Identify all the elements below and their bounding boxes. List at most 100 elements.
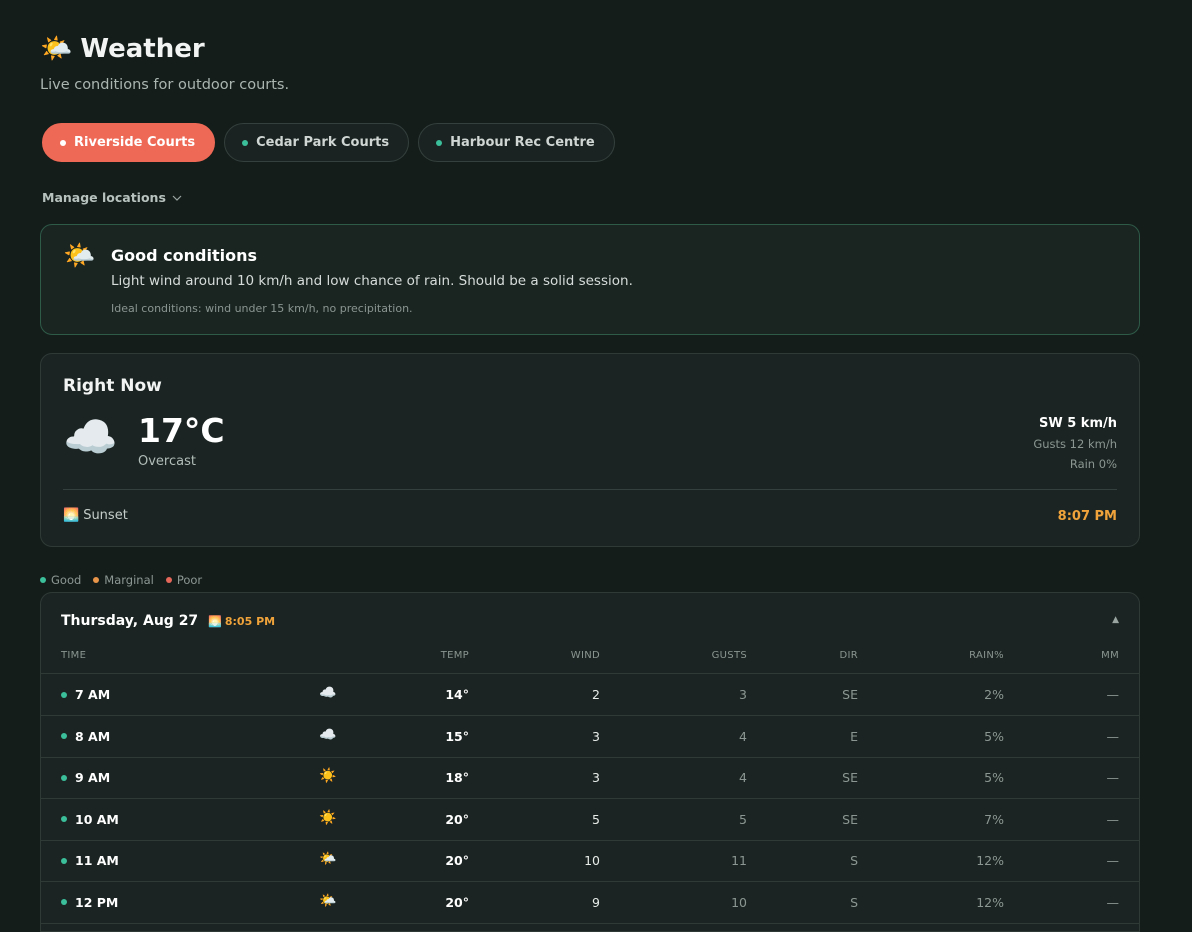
right-now-card: Right Now ☁️ 17°C Overcast SW 5 km/h Gus… [40,353,1140,547]
row-dir: E [850,728,858,744]
page-subtitle: Live conditions for outdoor courts. [40,77,290,93]
day-sunset: 🌅 8:05 PM [208,615,275,628]
row-mm: — [1106,687,1120,702]
row-mm: — [1106,894,1120,910]
row-rain: 5% [984,728,1004,744]
row-rain: 12% [976,853,1004,868]
table-row: 12 PM 🌤️ 20° 9 10 S 12% — [41,882,1139,924]
current-gusts: Gusts 12 km/h [1033,437,1117,451]
row-wind: 2 [592,687,600,702]
location-tabs: Riverside Courts Cedar Park Courts Harbo… [42,123,615,162]
row-rain: 12% [976,894,1004,910]
sunset-icon: 🌅 [63,508,80,523]
sunset-time: 8:07 PM [1057,509,1117,524]
sun-behind-cloud-icon: 🌤️ [40,34,73,64]
status-dot [60,139,66,146]
row-time: 11 AM [61,853,119,868]
row-gusts: 3 [739,687,747,702]
row-mm: — [1106,811,1120,827]
legend-poor: Poor [165,573,203,587]
sun-behind-cloud-icon: 🌤️ [63,241,96,271]
row-dir: SE [842,687,858,702]
status-dot [61,857,67,864]
chevron-down-icon [172,195,182,201]
day-header: Thursday, Aug 27 🌅 8:05 PM [61,613,275,629]
tab-harbour-rec-centre[interactable]: Harbour Rec Centre [418,123,615,162]
row-temp: 15° [445,728,469,744]
row-temp: 14° [445,687,469,702]
column-header-rain: RAIN% [969,650,1004,661]
manage-locations-toggle[interactable]: Manage locations [42,190,182,205]
row-rain: 5% [984,770,1004,785]
page-title-text: Weather [80,34,205,64]
row-mm: — [1106,853,1120,868]
sun-icon: ☀️ [319,768,337,784]
sunset-label: Sunset [83,508,128,523]
banner-title: Good conditions [111,246,257,265]
table-row: 8 AM ☁️ 15° 3 4 E 5% — [41,716,1139,758]
sun-behind-cloud-icon: 🌤️ [319,851,337,867]
row-rain: 7% [984,811,1004,827]
table-row: 9 AM ☀️ 18° 3 4 SE 5% — [41,757,1139,799]
sunset-row: 🌅 Sunset [63,508,128,523]
legend-label: Poor [176,573,203,587]
row-temp: 20° [445,894,469,910]
day-title: Thursday, Aug 27 [61,613,199,629]
row-wind: 10 [584,853,600,868]
banner-note: Ideal conditions: wind under 15 km/h, no… [111,302,413,315]
sun-icon: ☀️ [319,809,337,826]
column-header-time: TIME [61,650,87,661]
tab-riverside-courts[interactable]: Riverside Courts [42,123,216,162]
row-dir: SE [842,811,858,827]
row-dir: S [850,894,858,910]
row-time-text: 12 PM [75,894,119,910]
current-rain: Rain 0% [1069,457,1117,471]
legend: Good Marginal Poor [40,573,202,587]
row-temp: 18° [445,770,469,785]
status-dot [436,139,443,146]
column-header-mm: MM [1101,650,1119,661]
cloud-icon: ☁️ [63,412,118,463]
legend-good: Good [40,573,81,587]
current-condition: Overcast [138,454,196,469]
row-gusts: 4 [739,770,747,785]
current-temperature: 17°C [138,411,225,450]
row-time: 10 AM [61,812,119,827]
tab-cedar-park-courts[interactable]: Cedar Park Courts [224,123,410,162]
legend-label: Good [51,573,82,587]
legend-dot [40,577,46,583]
column-header-temp: TEMP [440,650,469,661]
row-mm: — [1106,728,1120,744]
row-time: 7 AM [61,687,110,702]
status-dot [61,816,67,822]
row-time-text: 8 AM [75,728,111,744]
column-header-dir: DIR [839,650,858,661]
status-dot [61,733,67,739]
right-now-title: Right Now [63,376,162,396]
row-dir: SE [842,770,858,785]
column-header-wind: WIND [570,650,600,661]
table-row: 7 AM ☁️ 14° 2 3 SE 2% — [41,674,1139,716]
cloud-icon: ☁️ [319,726,337,743]
legend-label: Marginal [104,573,154,587]
legend-marginal: Marginal [93,573,154,587]
status-dot [242,139,249,146]
conditions-banner: 🌤️ Good conditions Light wind around 10 … [40,224,1140,335]
row-time: 9 AM [61,770,110,785]
row-wind: 3 [592,770,600,785]
tab-label: Cedar Park Courts [256,135,390,150]
collapse-toggle-icon[interactable]: ▲ [1112,615,1119,625]
hourly-forecast-card: Thursday, Aug 27 🌅 8:05 PM ▲ TIME TEMP W… [40,592,1140,932]
row-time-text: 7 AM [75,687,111,702]
row-rain: 2% [984,687,1004,702]
page-title: 🌤️ Weather [40,34,205,64]
banner-text: Light wind around 10 km/h and low chance… [111,273,633,289]
row-time: 12 PM [61,895,118,910]
status-dot [61,774,67,781]
cloud-icon: ☁️ [319,685,337,701]
row-mm: — [1106,770,1120,785]
row-time: 8 AM [61,729,110,744]
status-dot [61,691,67,698]
row-wind: 3 [592,728,600,744]
table-row: 11 AM 🌤️ 20° 10 11 S 12% — [41,840,1139,882]
